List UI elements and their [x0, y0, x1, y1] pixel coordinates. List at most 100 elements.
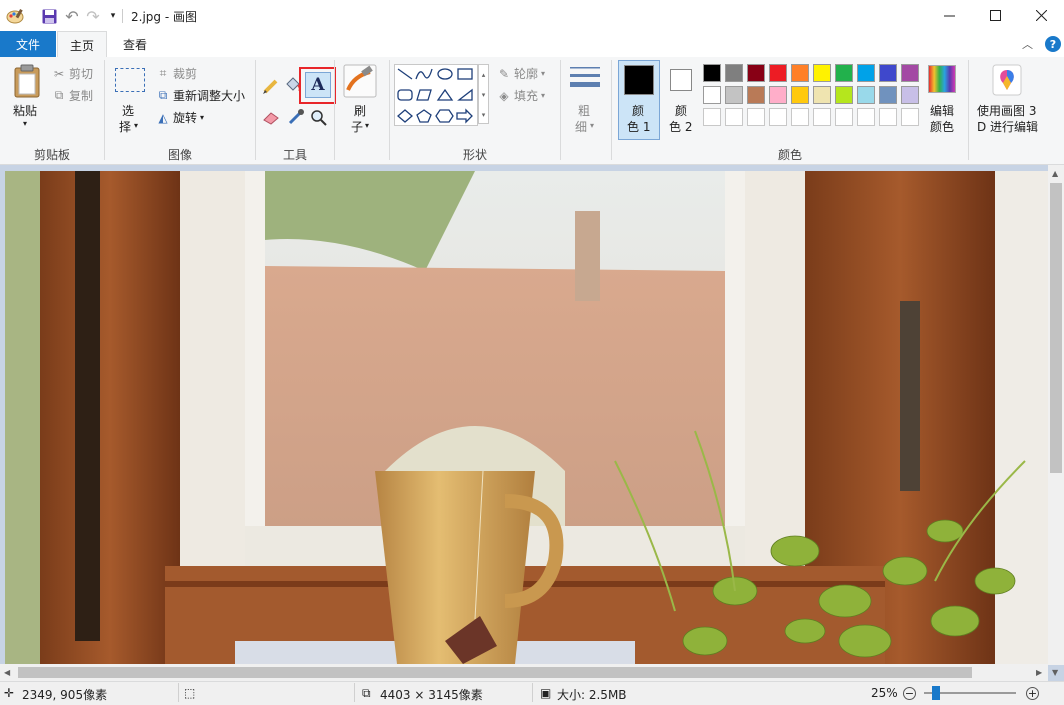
edit-colors-label-1[interactable]: 编辑 — [930, 102, 954, 119]
palette-swatch[interactable] — [791, 64, 809, 82]
scroll-right-icon[interactable]: ▶ — [1036, 668, 1042, 677]
collapse-ribbon-icon[interactable]: ︿ — [1022, 36, 1033, 52]
palette-swatch[interactable] — [769, 86, 787, 104]
palette-swatch-empty[interactable] — [901, 108, 919, 126]
scroll-left-icon[interactable]: ◀ — [4, 668, 10, 677]
shapes-gallery[interactable] — [394, 64, 478, 126]
shapes-scroll[interactable]: ▴ ▾ ▾ — [478, 64, 489, 124]
tab-file[interactable]: 文件 — [0, 31, 56, 57]
paint3d-label-1[interactable]: 使用画图 3 — [977, 102, 1036, 119]
color-picker-icon[interactable] — [287, 108, 305, 129]
palette-swatch[interactable] — [813, 64, 831, 82]
crop-button[interactable]: ⌗ 裁剪 — [156, 65, 197, 82]
palette-swatch[interactable] — [901, 64, 919, 82]
brushes-label-2[interactable]: 子 — [351, 118, 363, 135]
image-canvas[interactable] — [5, 171, 1048, 664]
size-label-1[interactable]: 粗 — [578, 102, 590, 119]
magnifier-icon[interactable] — [310, 109, 328, 130]
select-label-1[interactable]: 选 — [122, 102, 134, 119]
palette-swatch-empty[interactable] — [835, 108, 853, 126]
brushes-label-1[interactable]: 刷 — [354, 102, 366, 119]
palette-swatch[interactable] — [703, 86, 721, 104]
save-icon[interactable] — [40, 7, 58, 25]
palette-swatch-empty[interactable] — [769, 108, 787, 126]
zoom-out-button[interactable]: − — [903, 687, 916, 700]
palette-swatch-empty[interactable] — [813, 108, 831, 126]
copy-button[interactable]: ⧉ 复制 — [52, 87, 93, 104]
palette-swatch[interactable] — [901, 86, 919, 104]
cut-button[interactable]: ✂ 剪切 — [52, 65, 93, 82]
colors-group-label: 颜色 — [777, 148, 802, 162]
paste-dropdown-icon[interactable]: ▾ — [23, 119, 27, 128]
minimize-button[interactable] — [926, 0, 972, 31]
palette-swatch-empty[interactable] — [857, 108, 875, 126]
palette-swatch-empty[interactable] — [747, 108, 765, 126]
help-icon[interactable]: ? — [1045, 36, 1061, 52]
palette-swatch[interactable] — [791, 86, 809, 104]
paint3d-label-2[interactable]: D 进行编辑 — [977, 118, 1038, 135]
zoom-in-button[interactable]: + — [1026, 687, 1039, 700]
palette-swatch[interactable] — [747, 86, 765, 104]
paint-app-icon[interactable] — [6, 7, 24, 25]
fill-button[interactable]: ◈ 填充 ▾ — [497, 87, 545, 104]
paste-button[interactable] — [12, 64, 42, 101]
palette-swatch[interactable] — [703, 64, 721, 82]
brush-icon[interactable] — [343, 64, 377, 101]
brushes-dropdown-icon[interactable]: ▾ — [365, 121, 369, 130]
group-divider — [560, 60, 561, 160]
edit-colors-icon[interactable] — [928, 65, 956, 93]
palette-swatch-empty[interactable] — [791, 108, 809, 126]
undo-icon[interactable]: ↶ — [63, 7, 81, 26]
paint3d-icon[interactable] — [992, 64, 1022, 99]
text-tool-button[interactable]: A — [305, 72, 331, 98]
palette-swatch[interactable] — [725, 86, 743, 104]
scroll-up-icon[interactable]: ▲ — [1052, 169, 1058, 178]
edit-colors-label-2[interactable]: 颜色 — [930, 118, 954, 135]
palette-swatch[interactable] — [747, 64, 765, 82]
pencil-icon[interactable] — [262, 77, 280, 98]
window-title: 2.jpg - 画图 — [131, 10, 197, 24]
palette-swatch[interactable] — [769, 64, 787, 82]
rotate-label: 旋转 — [173, 111, 198, 125]
select-label-2[interactable]: 择 — [119, 118, 131, 135]
palette-swatch[interactable] — [857, 86, 875, 104]
select-icon[interactable] — [115, 68, 145, 92]
palette-swatch[interactable] — [857, 64, 875, 82]
palette-swatch-empty[interactable] — [879, 108, 897, 126]
zoom-slider-thumb[interactable] — [931, 686, 940, 700]
line-size-icon[interactable] — [568, 64, 602, 97]
tab-home[interactable]: 主页 — [57, 31, 107, 58]
fill-dropdown-icon: ▾ — [541, 91, 546, 100]
palette-swatch-empty[interactable] — [703, 108, 721, 126]
palette-swatch[interactable] — [835, 64, 853, 82]
rotate-button[interactable]: ◭ 旋转 ▾ — [156, 109, 204, 126]
outline-button[interactable]: ✎ 轮廓 ▾ — [497, 65, 545, 82]
eraser-icon[interactable] — [262, 109, 280, 128]
color1-label-2: 色 1 — [627, 120, 651, 134]
color1-label-1: 颜 — [632, 104, 645, 118]
palette-swatch[interactable] — [835, 86, 853, 104]
palette-swatch-empty[interactable] — [725, 108, 743, 126]
scroll-down-icon[interactable]: ▼ — [1052, 668, 1058, 677]
maximize-button[interactable] — [972, 0, 1018, 31]
tab-view[interactable]: 查看 — [112, 31, 158, 57]
cursor-position-icon: ✛ — [4, 686, 15, 700]
color2-label-1[interactable]: 颜 — [675, 102, 687, 119]
redo-icon[interactable]: ↷ — [84, 7, 102, 26]
size-label-2[interactable]: 细 — [575, 118, 587, 135]
palette-swatch[interactable] — [879, 64, 897, 82]
select-dropdown-icon[interactable]: ▾ — [134, 121, 138, 130]
vertical-scroll-thumb[interactable] — [1050, 183, 1062, 473]
paste-label[interactable]: 粘贴 — [13, 102, 37, 119]
horizontal-scroll-thumb[interactable] — [18, 667, 972, 678]
color2-label-2[interactable]: 色 2 — [669, 118, 692, 135]
palette-swatch[interactable] — [879, 86, 897, 104]
close-button[interactable] — [1018, 0, 1064, 31]
size-dropdown-icon[interactable]: ▾ — [590, 121, 594, 130]
crop-label: 裁剪 — [173, 67, 198, 81]
resize-button[interactable]: ⧉ 重新调整大小 — [156, 87, 245, 104]
palette-swatch[interactable] — [725, 64, 743, 82]
color2-swatch[interactable] — [670, 69, 692, 91]
palette-swatch[interactable] — [813, 86, 831, 104]
customize-dropdown-icon[interactable]: ▾ — [104, 7, 122, 25]
